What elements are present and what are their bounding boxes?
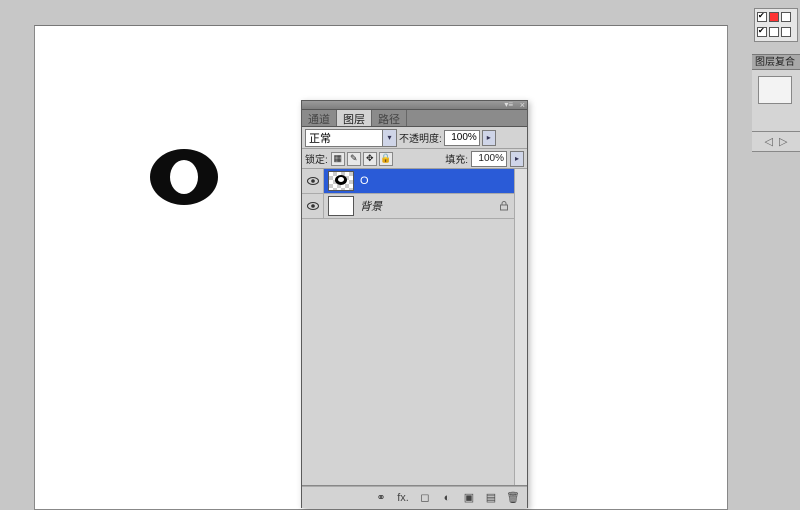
- tab-layers[interactable]: 图层: [337, 110, 372, 126]
- layer-group-icon[interactable]: ▣: [461, 490, 477, 506]
- swatch-white[interactable]: [781, 12, 791, 22]
- visibility-toggle[interactable]: [302, 169, 324, 193]
- layers-list: O 背景: [302, 169, 527, 486]
- blend-mode-select[interactable]: 正常 ▾: [305, 129, 397, 147]
- layers-panel: ▾≡ × 通道 图层 路径 正常 ▾ 不透明度: 100% ▸ 锁定: ▦ ✎ …: [301, 100, 528, 508]
- layer-comps-footer: ◁ ▷: [752, 132, 800, 152]
- layer-comps-body: [752, 70, 800, 132]
- layer-row[interactable]: O: [302, 169, 527, 194]
- visibility-toggle[interactable]: [302, 194, 324, 218]
- canvas-glyph-o: [147, 146, 221, 208]
- layer-style-icon[interactable]: fx.: [395, 490, 411, 506]
- new-layer-icon[interactable]: ▤: [483, 490, 499, 506]
- swatches-mini-panel: [754, 8, 798, 42]
- lock-transparency-icon[interactable]: ▦: [331, 152, 345, 166]
- layer-comps-title[interactable]: 图层复合: [752, 54, 800, 70]
- layer-thumbnail[interactable]: [328, 171, 354, 191]
- layer-mask-icon[interactable]: ◻: [417, 490, 433, 506]
- blend-opacity-row: 正常 ▾ 不透明度: 100% ▸: [302, 127, 527, 149]
- layer-name[interactable]: 背景: [358, 198, 499, 214]
- layer-thumbnail[interactable]: [328, 196, 354, 216]
- fill-label: 填充:: [445, 151, 468, 166]
- lock-icons-group: ▦ ✎ ✥ 🔒: [331, 152, 393, 166]
- blend-mode-value: 正常: [309, 130, 331, 146]
- lock-fill-row: 锁定: ▦ ✎ ✥ 🔒 填充: 100% ▸: [302, 149, 527, 169]
- tab-channels[interactable]: 通道: [302, 110, 337, 126]
- lock-position-icon[interactable]: ✥: [363, 152, 377, 166]
- close-icon[interactable]: ×: [520, 100, 525, 110]
- panel-titlebar[interactable]: ▾≡ ×: [302, 101, 527, 110]
- lock-icon: [499, 201, 509, 211]
- prev-comp-icon[interactable]: ◁: [765, 135, 773, 148]
- comp-thumbnail[interactable]: [758, 76, 792, 104]
- checkbox[interactable]: [757, 27, 767, 37]
- chevron-down-icon: ▾: [382, 130, 396, 146]
- panel-footer: ⚭ fx. ◻ ◐ ▣ ▤ 🗑: [302, 486, 527, 508]
- scrollbar[interactable]: [514, 169, 527, 485]
- layer-comps-panel: 图层复合 ◁ ▷: [752, 54, 800, 152]
- eye-icon: [307, 177, 319, 185]
- lock-all-icon[interactable]: 🔒: [379, 152, 393, 166]
- delete-layer-icon[interactable]: 🗑: [505, 490, 521, 506]
- right-dock: 图层复合 ◁ ▷: [752, 0, 800, 510]
- fill-flyout-icon[interactable]: ▸: [510, 151, 524, 167]
- lock-pixels-icon[interactable]: ✎: [347, 152, 361, 166]
- checkbox[interactable]: [757, 12, 767, 22]
- panel-tabs: 通道 图层 路径: [302, 110, 527, 127]
- opacity-input[interactable]: 100%: [444, 130, 480, 146]
- opacity-flyout-icon[interactable]: ▸: [482, 130, 496, 146]
- adjustment-layer-icon[interactable]: ◐: [439, 490, 455, 506]
- layer-name[interactable]: O: [358, 175, 527, 187]
- swatch-white[interactable]: [769, 27, 779, 37]
- next-comp-icon[interactable]: ▷: [779, 135, 787, 148]
- opacity-label: 不透明度:: [399, 130, 442, 145]
- swatch-white[interactable]: [781, 27, 791, 37]
- tab-paths[interactable]: 路径: [372, 110, 407, 126]
- panel-menu-icon[interactable]: ▾≡: [504, 100, 513, 109]
- lock-label: 锁定:: [305, 151, 328, 166]
- link-layers-icon[interactable]: ⚭: [373, 490, 389, 506]
- eye-icon: [307, 202, 319, 210]
- layer-row[interactable]: 背景: [302, 194, 527, 219]
- fill-input[interactable]: 100%: [471, 151, 507, 167]
- swatch-red[interactable]: [769, 12, 779, 22]
